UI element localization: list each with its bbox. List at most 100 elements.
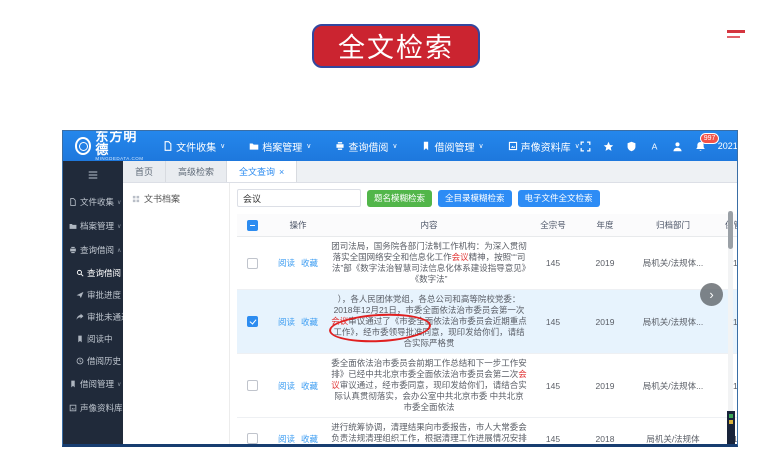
expand-icon [580,141,591,152]
menu-icon[interactable] [727,30,746,39]
sidebar-item-3[interactable]: 查询借阅∧ [63,238,123,262]
datetime-text: 2021-09-14 16:51:21 [718,141,737,151]
dept-cell: 局机关/法规体... [633,354,713,418]
sidebar-subitem-1[interactable]: 查询借阅 [63,262,123,284]
tab-1[interactable]: 首页 [123,161,166,182]
main-panel: 题名模糊检索全目录模糊检索电子文件全文检索 操作内容全宗号年度归档部门保管期限 … [230,183,737,444]
read-link[interactable]: 阅读 [278,381,295,391]
burger-icon [87,169,99,181]
row-checkbox[interactable] [247,433,258,444]
sidebar-collapse-button[interactable] [63,169,123,183]
tab-bar: 首页高级检索全文查询× [123,161,737,183]
nav-item-5[interactable]: 声像资料库∨ [508,139,580,154]
bookmark-icon [421,141,431,151]
sidebar-item-5[interactable]: 声像资料库∨ [63,396,123,420]
sidebar-item-label: 声像资料库 [80,402,123,414]
row-actions: 阅读收藏 [267,237,329,290]
expand-button[interactable] [580,141,591,152]
app-logo[interactable]: 东方明德 MINGDEDATA.COM [63,131,153,161]
column-header: 保管期限 [713,214,737,237]
logo-icon [75,137,91,155]
sidebar-item-label: 档案管理 [80,220,114,232]
favorite-link[interactable]: 收藏 [301,258,318,268]
close-icon[interactable]: × [279,167,284,177]
search-input[interactable] [237,189,361,207]
read-link[interactable]: 阅读 [278,434,295,444]
table-row-2: 阅读收藏），各人民团体党组，各总公司和高等院校党委：2018年12月21日，市委… [237,290,737,354]
notification-badge: 997 [700,133,720,144]
sidebar-subitem-3[interactable]: 审批未通过 [63,306,123,328]
star-button[interactable] [603,141,614,152]
table-row-3: 阅读收藏委全面依法治市委员会前期工作总结和下一步工作安排》已经中共北京市委全面依… [237,354,737,418]
row-actions: 阅读收藏 [267,418,329,445]
sidebar-subitem-4[interactable]: 阅读中 [63,328,123,350]
retention-cell: 10年 [713,237,737,290]
select-all-checkbox[interactable] [247,220,258,231]
shield-button[interactable] [626,141,637,152]
select-all-header [237,214,267,237]
app-header: 东方明德 MINGDEDATA.COM 文件收集∨档案管理∨查询借阅∨借阅管理∨… [63,131,737,161]
sidebar-subitem-2[interactable]: 审批进度 [63,284,123,306]
sidebar-item-label: 文件收集 [80,196,114,208]
row-checkbox[interactable] [247,258,258,269]
folder-icon [249,141,259,151]
sidebar-item-1[interactable]: 文件收集∨ [63,190,123,214]
send-icon [76,291,84,299]
tab-3[interactable]: 全文查询× [227,161,297,182]
nav-item-1[interactable]: 文件收集∨ [163,139,225,154]
favorite-link[interactable]: 收藏 [301,434,318,444]
sidebar: 文件收集∨档案管理∨查询借阅∧查询借阅审批进度审批未通过阅读中借阅历史借阅管理∨… [63,161,123,444]
fonds-cell: 145 [529,290,577,354]
sidebar-subitem-label: 借阅历史 [87,355,121,367]
tab-2[interactable]: 高级检索 [166,161,227,182]
chevron-down-icon: ∨ [392,142,397,150]
search-button-1[interactable]: 题名模糊检索 [367,190,432,207]
nav-item-label: 文件收集 [176,139,216,154]
tree-node-documents[interactable]: 文书档案 [132,192,229,205]
bell-button[interactable]: 997 [695,141,706,152]
search-button-3[interactable]: 电子文件全文检索 [518,190,600,207]
user-button[interactable] [672,141,683,152]
favorite-link[interactable]: 收藏 [301,381,318,391]
column-header: 全宗号 [529,214,577,237]
row-actions: 阅读收藏 [267,290,329,354]
sidebar-item-2[interactable]: 档案管理∨ [63,214,123,238]
row-checkbox[interactable] [247,380,258,391]
nav-item-label: 借阅管理 [434,139,474,154]
nav-item-3[interactable]: 查询借阅∨ [335,139,397,154]
chevron-icon: ∨ [117,381,121,388]
fonds-cell: 145 [529,354,577,418]
menu-bar [727,30,745,33]
sidebar-item-4[interactable]: 借阅管理∨ [63,372,123,396]
nav-item-4[interactable]: 借阅管理∨ [421,139,483,154]
read-link[interactable]: 阅读 [278,317,295,327]
doc-icon [69,198,77,206]
search-button-2[interactable]: 全目录模糊检索 [438,190,512,207]
doc-icon [163,141,173,151]
next-page-arrow-button[interactable]: › [700,283,723,306]
read-link[interactable]: 阅读 [278,258,295,268]
tree-node-label: 文书档案 [144,192,180,205]
column-header: 操作 [267,214,329,237]
fulltext-search-banner-button[interactable]: 全文检索 [312,24,480,68]
bookmark-icon [69,380,77,388]
font-icon: A [649,141,660,152]
nav-item-2[interactable]: 档案管理∨ [249,139,311,154]
fonds-cell: 145 [529,418,577,445]
svg-text:A: A [651,141,657,151]
sidebar-item-label: 借阅管理 [80,378,114,390]
chevron-down-icon: ∨ [306,142,311,150]
reader-icon [69,246,77,254]
chevron-icon: ∧ [117,247,121,254]
menu-bar [727,36,740,39]
sidebar-subitem-5[interactable]: 借阅历史 [63,350,123,372]
search-icon [76,269,84,277]
scrollbar-thumb[interactable] [728,211,733,249]
font-button[interactable]: A [649,141,660,152]
app-window: 东方明德 MINGDEDATA.COM 文件收集∨档案管理∨查询借阅∨借阅管理∨… [62,130,738,447]
reader-icon [335,141,345,151]
row-checkbox[interactable] [247,316,258,327]
favorite-link[interactable]: 收藏 [301,317,318,327]
scrollbar[interactable] [728,211,733,441]
folder-icon [69,222,77,230]
